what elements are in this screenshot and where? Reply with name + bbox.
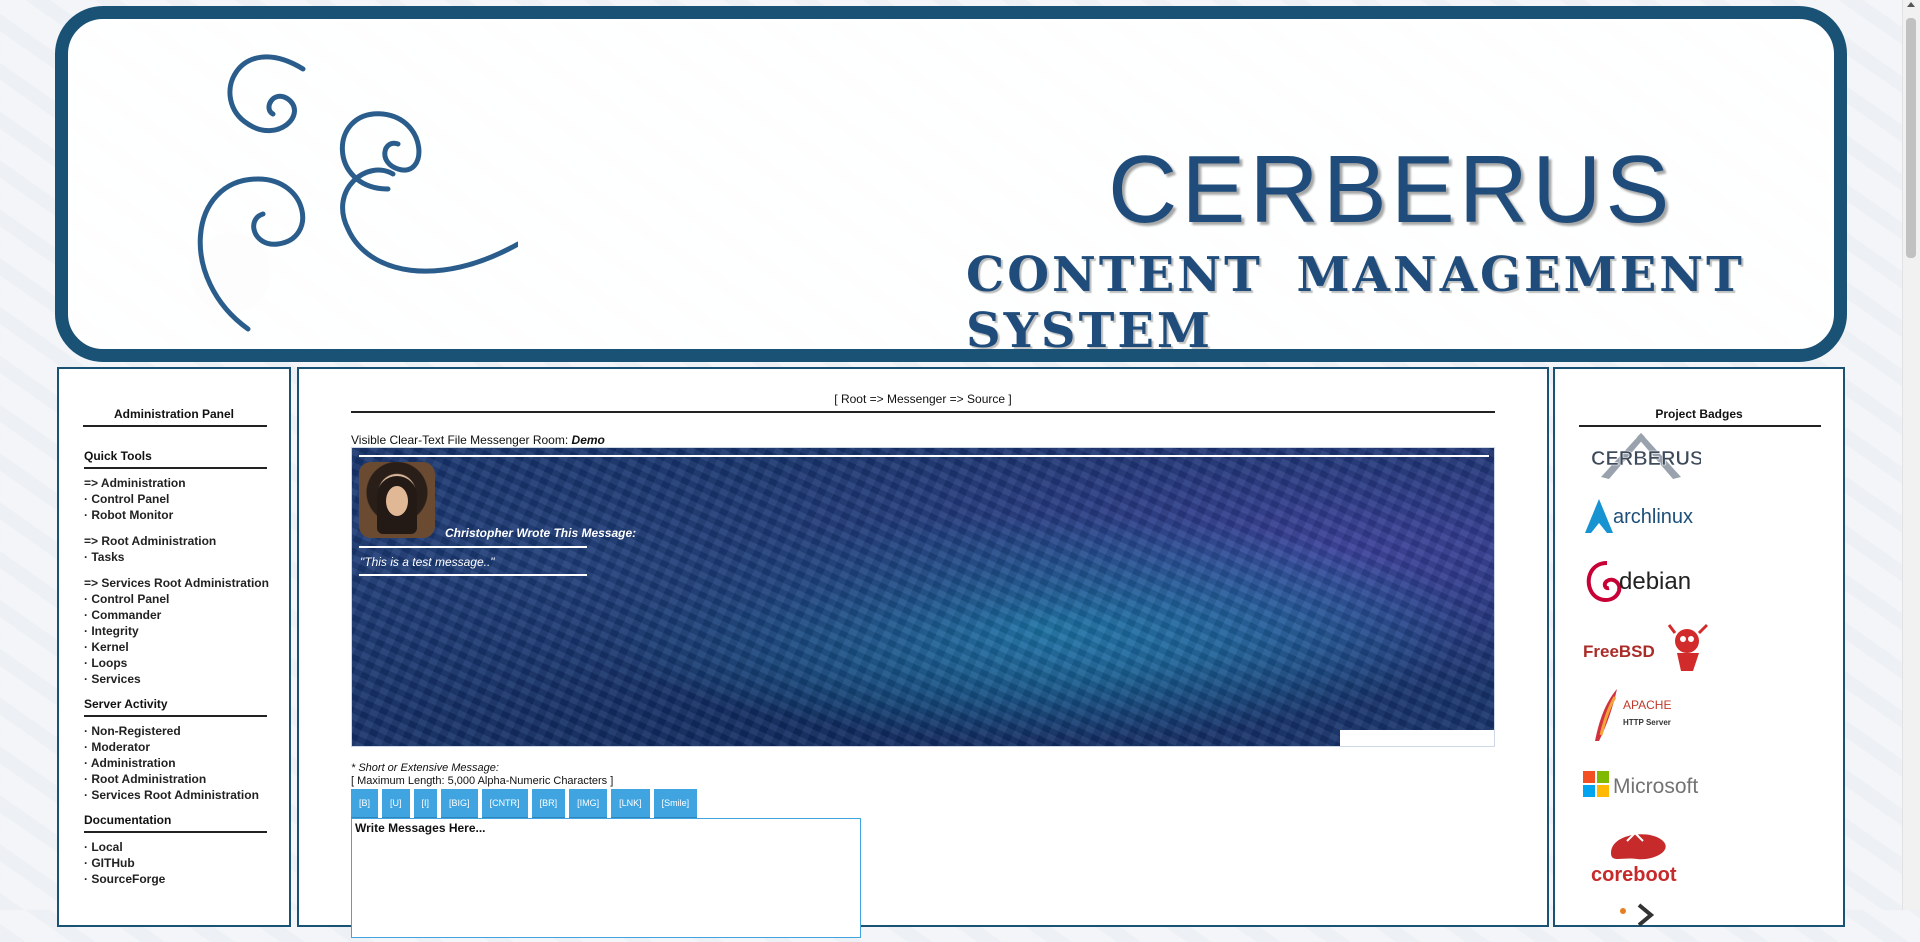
nav-services[interactable]: · Services [84,671,289,687]
cerberus-badge-icon: CERBERUS [1591,433,1704,479]
nav-services-root-header[interactable]: => Services Root Administration [84,575,289,591]
microsoft-badge-text: Microsoft [1613,775,1698,798]
apache-badge-subtitle: HTTP Server [1623,718,1671,727]
nav-robot-monitor[interactable]: · Robot Monitor [84,507,289,523]
link-button[interactable]: [LNK] [611,789,650,819]
nav-kernel[interactable]: · Kernel [84,639,289,655]
debian-badge[interactable]: debian [1581,555,1721,612]
apache-badge-icon: APACHE HTTP Server [1595,689,1671,741]
administration-panel: Administration Panel Quick Tools => Admi… [57,367,291,927]
freebsd-badge[interactable]: FreeBSD [1581,621,1721,682]
big-button[interactable]: [BIG] [441,789,478,819]
nav-non-registered[interactable]: · Non-Registered [84,723,289,739]
message-note: * Short or Extensive Message: [351,762,499,774]
nav-admin-control-panel[interactable]: · Control Panel [84,491,289,507]
nav-root-admin-header[interactable]: => Root Administration [84,533,289,549]
archlinux-badge[interactable]: archlinux [1581,493,1721,544]
nav-doc-local[interactable]: · Local [84,839,289,855]
coreboot-badge-text: coreboot [1591,864,1677,886]
section-title-server-activity: Server Activity [84,697,168,711]
banner-title: CERBERUS [1108,136,1674,243]
chat-top-divider [359,455,1489,457]
project-badges-panel: Project Badges CERBERUS archlinux debian [1553,367,1845,927]
microsoft-badge[interactable]: Microsoft [1581,765,1721,810]
smile-button[interactable]: [Smile] [653,789,698,819]
nav-integrity[interactable]: · Integrity [84,623,289,639]
nav-activity-root-administration[interactable]: · Root Administration [84,771,289,787]
message-input-wrap [351,818,861,938]
avatar-face [386,486,408,516]
nav-doc-sourceforge[interactable]: · SourceForge [84,871,289,887]
project-badges-heading: Project Badges [1655,407,1743,421]
cerberus-badge[interactable]: CERBERUS [1581,427,1721,488]
page-scrollbar[interactable] [1902,0,1920,910]
administration-panel-heading: Administration Panel [113,407,235,421]
avatar [359,462,435,538]
underline-button[interactable]: [U] [382,789,410,819]
nav-moderator[interactable]: · Moderator [84,739,289,755]
room-name: Demo [571,433,605,447]
nav-services-control-panel[interactable]: · Control Panel [84,591,289,607]
debian-badge-text: debian [1619,568,1691,595]
center-button[interactable]: [CNTR] [481,789,528,819]
section-divider [84,467,267,469]
coreboot-badge[interactable]: coreboot [1581,823,1721,898]
nav-doc-github[interactable]: · GITHub [84,855,289,871]
line-break-button[interactable]: [BR] [531,789,566,819]
message-text: "This is a test message.." [360,555,495,569]
chat-corner-notch [1340,730,1494,746]
message-author: Christopher Wrote This Message: [445,526,637,540]
section-title-documentation: Documentation [84,813,172,827]
message-divider-top [359,546,587,548]
nav-commander[interactable]: · Commander [84,607,289,623]
scrollbar-thumb[interactable] [1906,18,1916,258]
server-activity-list: · Non-Registered · Moderator · Administr… [84,723,289,803]
message-divider-bottom [359,574,587,576]
max-length-note: [ Maximum Length: 5,000 Alpha-Numeric Ch… [351,775,614,787]
message-input[interactable] [352,819,860,937]
debian-badge-icon: debian [1586,561,1691,602]
breadcrumb: [ Root => Messenger => Source ] [834,392,1012,406]
room-label: Visible Clear-Text File Messenger Room: … [351,433,605,447]
swirl-logo-icon [197,54,518,332]
section-divider [84,831,267,833]
documentation-list: · Local · GITHub · SourceForge [84,839,289,887]
quick-tools-list: => Administration · Control Panel · Robo… [84,475,289,687]
nav-activity-administration[interactable]: · Administration [84,755,289,771]
room-label-text: Visible Clear-Text File Messenger Room: [351,433,569,447]
chat-background-texture [352,448,1494,746]
apache-badge-title: APACHE [1623,698,1671,712]
italic-button[interactable]: [I] [413,789,438,819]
image-button[interactable]: [IMG] [569,789,608,819]
section-title-quick-tools: Quick Tools [84,449,152,463]
chevron-right-icon [1620,903,1655,927]
breadcrumb-divider [351,411,1495,413]
nav-root-tasks[interactable]: · Tasks [84,549,289,565]
site-banner: CERBERUS CONTENT MANAGEMENT SYSTEM [55,6,1847,362]
bold-button[interactable]: [B] [351,789,379,819]
nav-activity-services-root[interactable]: · Services Root Administration [84,787,289,803]
next-badge[interactable] [1581,901,1721,936]
nav-loops[interactable]: · Loops [84,655,289,671]
freebsd-badge-icon: FreeBSD [1583,623,1709,671]
archlinux-badge-icon: archlinux [1585,499,1693,533]
heading-divider [83,425,267,427]
freebsd-badge-text: FreeBSD [1583,642,1655,661]
scroll-up-arrow-icon[interactable] [1907,2,1915,7]
format-toolbar: [B] [U] [I] [BIG] [CNTR] [BR] [IMG] [LNK… [351,789,698,819]
coreboot-badge-icon: coreboot [1591,831,1677,886]
microsoft-badge-icon: Microsoft [1583,771,1698,798]
apache-badge[interactable]: APACHE HTTP Server [1581,685,1721,750]
section-divider [84,715,267,717]
cerberus-badge-text: CERBERUS [1591,448,1701,470]
nav-admin-header[interactable]: => Administration [84,475,289,491]
messenger-panel: [ Root => Messenger => Source ] Visible … [297,367,1549,938]
banner-subtitle: CONTENT MANAGEMENT SYSTEM [966,247,1745,359]
chat-message-area[interactable]: Christopher Wrote This Message: "This is… [351,447,1495,747]
archlinux-badge-text: archlinux [1613,506,1693,528]
